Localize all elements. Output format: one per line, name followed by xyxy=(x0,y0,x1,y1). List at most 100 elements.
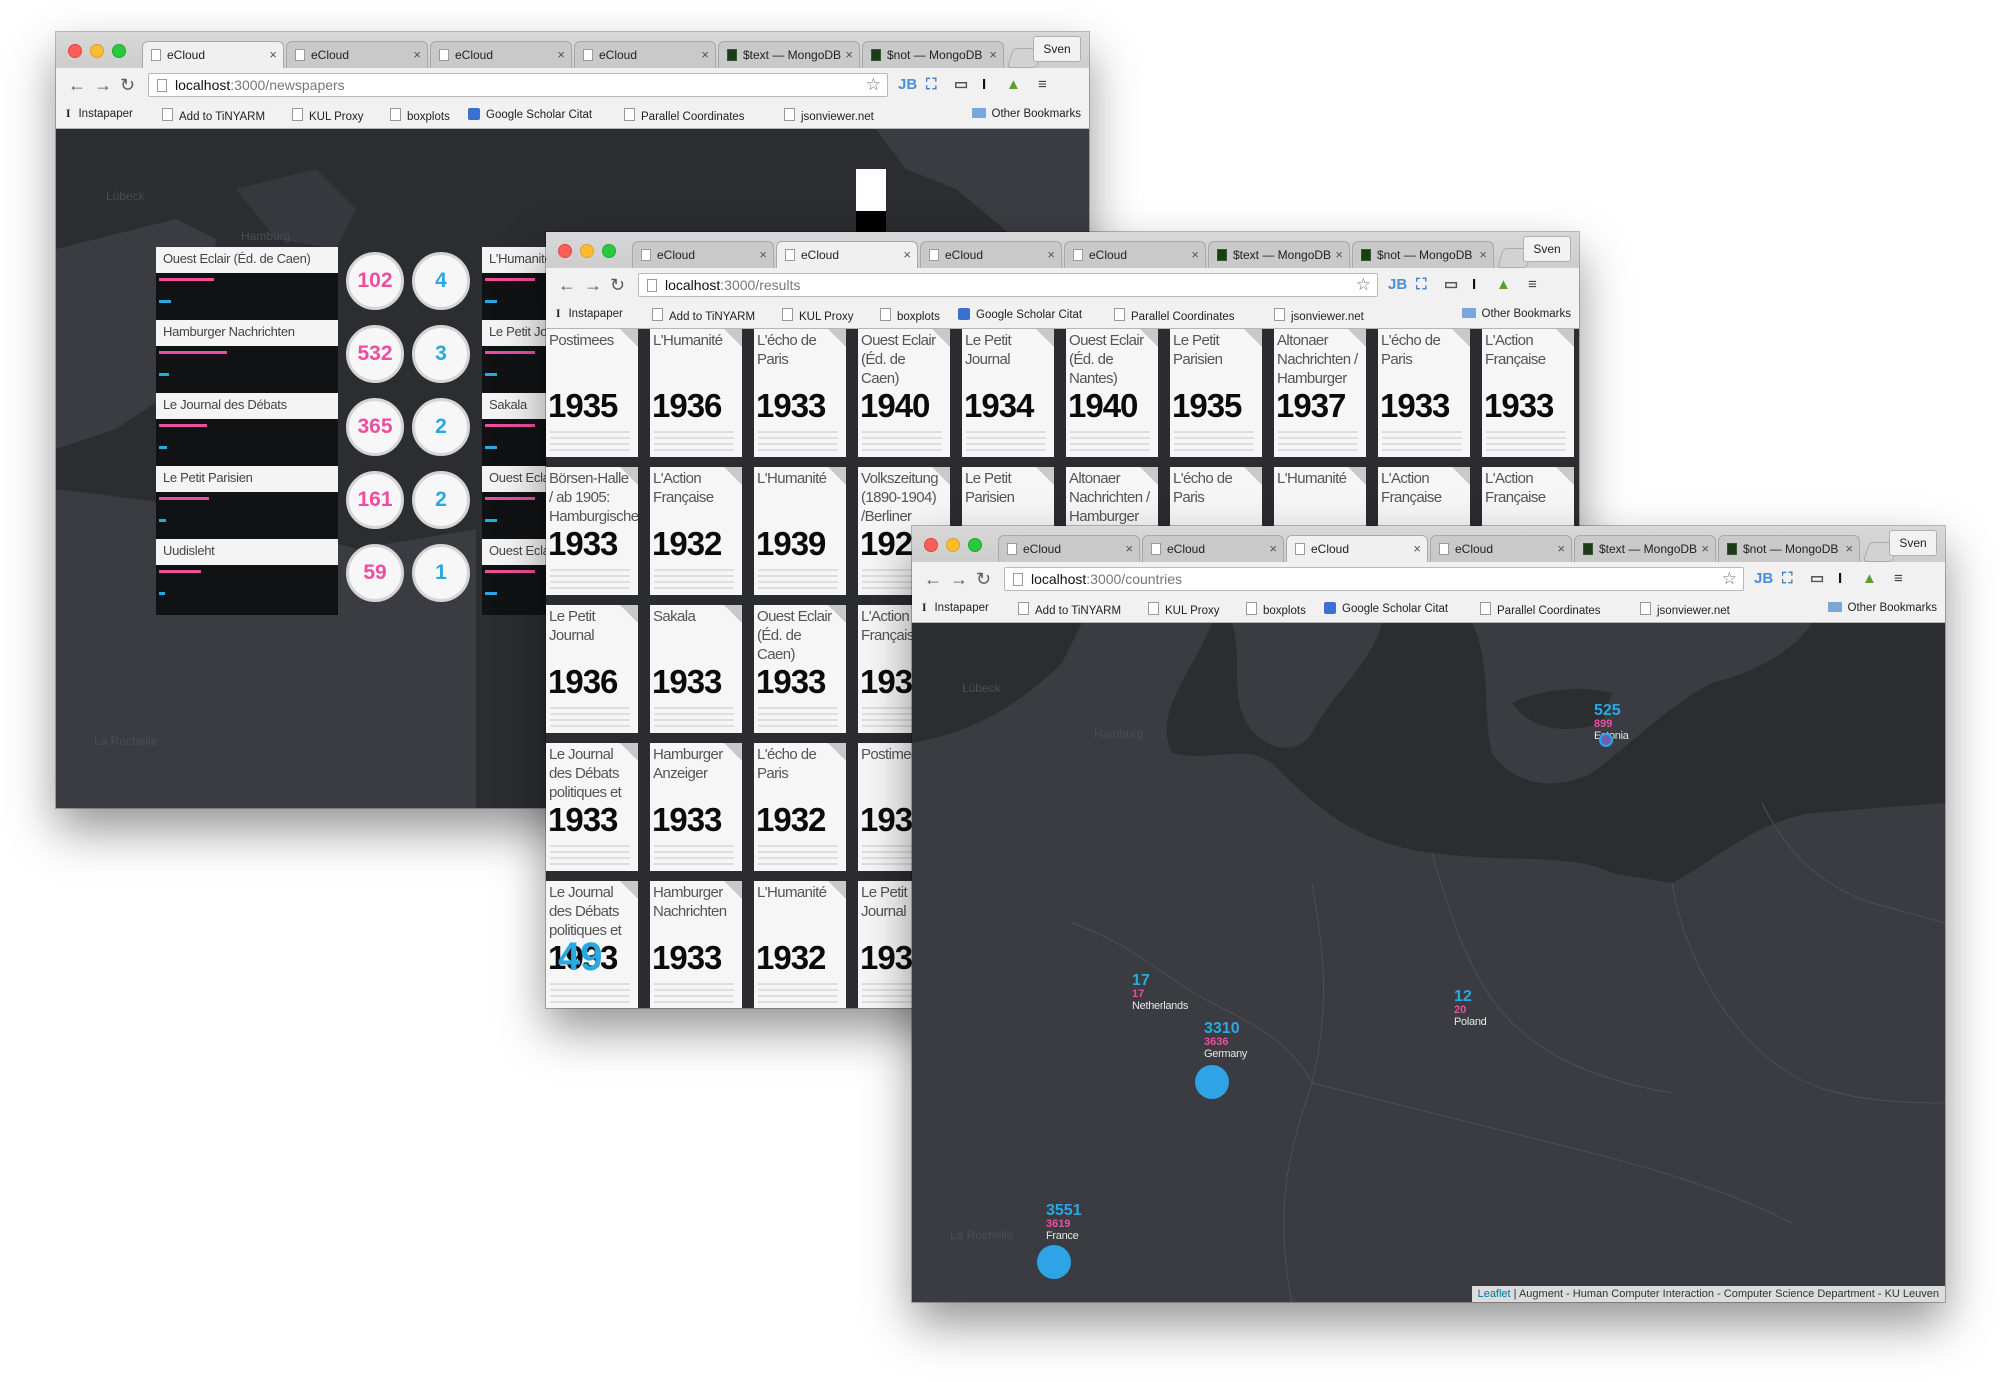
bookmark-item[interactable]: boxplots xyxy=(880,308,940,323)
countries-map[interactable]: Lübeck Hamburg La Rochelle 525899Estonia… xyxy=(912,623,1945,1302)
browser-tab[interactable]: eCloud × xyxy=(142,41,284,68)
country-marker[interactable]: 3551 3619 France xyxy=(1046,1203,1082,1243)
profile-button[interactable]: Sven xyxy=(1033,36,1081,62)
minimize-window-button[interactable] xyxy=(946,538,960,552)
tab-close-icon[interactable]: × xyxy=(413,47,421,62)
bookmark-item[interactable]: jsonviewer.net xyxy=(1274,308,1364,323)
reload-icon[interactable]: ↻ xyxy=(120,75,135,95)
bookmark-item[interactable]: Add to TiNYARM xyxy=(652,308,755,323)
bookmark-item[interactable]: Google Scholar Citat xyxy=(1324,602,1448,615)
close-window-button[interactable] xyxy=(68,44,82,58)
bookmark-item[interactable]: Google Scholar Citat xyxy=(958,308,1082,321)
address-bar[interactable]: localhost:3000/results ☆ xyxy=(638,273,1378,297)
zoom-window-button[interactable] xyxy=(112,44,126,58)
result-tile[interactable]: Hamburger Anzeiger 1933 xyxy=(650,743,742,871)
zoom-window-button[interactable] xyxy=(968,538,982,552)
instapaper-ext-icon[interactable]: I xyxy=(982,76,986,94)
leaflet-link[interactable]: Leaflet xyxy=(1478,1288,1511,1300)
result-tile[interactable]: Altonaer Nachrichten / Hamburger 1937 xyxy=(1274,329,1366,457)
result-tile[interactable]: Ouest Eclair (Éd. de Nantes) 1940 xyxy=(1066,329,1158,457)
result-tile[interactable]: Ouest Eclair (Éd. de Caen) 1933 xyxy=(754,605,846,733)
close-window-button[interactable] xyxy=(924,538,938,552)
profile-button[interactable]: Sven xyxy=(1523,236,1571,262)
menu-icon[interactable]: ≡ xyxy=(1528,276,1537,294)
forward-icon[interactable]: → xyxy=(94,75,112,95)
menu-icon[interactable]: ≡ xyxy=(1038,76,1047,94)
star-icon[interactable]: ☆ xyxy=(866,75,881,95)
result-tile[interactable]: L'écho de Paris 1933 xyxy=(1378,329,1470,457)
bookmark-item[interactable]: boxplots xyxy=(1246,602,1306,617)
star-icon[interactable]: ☆ xyxy=(1722,569,1737,589)
screenshot-icon[interactable]: ⛶ xyxy=(926,76,937,94)
result-tile[interactable]: Le Petit Journal 1936 xyxy=(546,605,638,733)
tab-close-icon[interactable]: × xyxy=(1125,541,1133,556)
bookmark-item[interactable]: jsonviewer.net xyxy=(1640,602,1730,617)
result-tile[interactable]: L'Humanité 1932 xyxy=(754,881,846,1008)
other-bookmarks[interactable]: Other Bookmarks xyxy=(971,108,1081,120)
tab-close-icon[interactable]: × xyxy=(759,247,767,262)
close-window-button[interactable] xyxy=(558,244,572,258)
browser-tab[interactable]: eCloud × xyxy=(430,41,572,68)
bookmark-item[interactable]: Google Scholar Citat xyxy=(468,108,592,121)
screenshot-icon[interactable]: ⛶ xyxy=(1416,276,1427,294)
bookmark-item[interactable]: I Instapaper xyxy=(922,602,989,614)
profile-button[interactable]: Sven xyxy=(1889,530,1937,556)
result-tile[interactable]: Ouest Eclair (Éd. de Caen) 1940 xyxy=(858,329,950,457)
back-icon[interactable]: ← xyxy=(68,75,86,95)
browser-tab[interactable]: eCloud × xyxy=(1430,535,1572,562)
star-icon[interactable]: ☆ xyxy=(1356,275,1371,295)
forward-icon[interactable]: → xyxy=(584,275,602,295)
tinyarm-ext-icon[interactable]: ▲ xyxy=(1862,570,1877,588)
browser-tab[interactable]: eCloud × xyxy=(998,535,1140,562)
country-marker[interactable]: 17 17 Netherlands xyxy=(1132,973,1188,1013)
cast-icon[interactable]: ▭ xyxy=(1810,570,1824,588)
browser-tab[interactable]: $not — MongoDB × xyxy=(862,41,1004,68)
result-tile[interactable]: Postimees 1935 xyxy=(546,329,638,457)
result-tile[interactable]: L'écho de Paris 1932 xyxy=(754,743,846,871)
browser-tab[interactable]: eCloud × xyxy=(1064,241,1206,268)
tab-close-icon[interactable]: × xyxy=(1701,541,1709,556)
jb-icon[interactable]: JB xyxy=(1388,276,1407,294)
bookmark-item[interactable]: jsonviewer.net xyxy=(784,108,874,123)
address-bar[interactable]: localhost:3000/newspapers ☆ xyxy=(148,73,888,97)
tab-close-icon[interactable]: × xyxy=(269,47,277,62)
bookmark-item[interactable]: Add to TiNYARM xyxy=(1018,602,1121,617)
zoom-window-button[interactable] xyxy=(602,244,616,258)
reload-icon[interactable]: ↻ xyxy=(610,275,625,295)
browser-tab[interactable]: $text — MongoDB × xyxy=(1574,535,1716,562)
result-tile[interactable]: L'Action Française 1932 xyxy=(650,467,742,595)
tab-close-icon[interactable]: × xyxy=(1557,541,1565,556)
result-tile[interactable]: L'Humanité 1936 xyxy=(650,329,742,457)
country-marker[interactable]: 3310 3636 Germany xyxy=(1204,1021,1247,1061)
minimize-window-button[interactable] xyxy=(580,244,594,258)
other-bookmarks[interactable]: Other Bookmarks xyxy=(1461,308,1571,320)
bookmark-item[interactable]: Parallel Coordinates xyxy=(1114,308,1235,323)
tab-close-icon[interactable]: × xyxy=(845,47,853,62)
result-tile[interactable]: L'Action Française 1933 xyxy=(1482,329,1574,457)
screenshot-icon[interactable]: ⛶ xyxy=(1782,570,1793,588)
result-tile[interactable]: L'Humanité 1939 xyxy=(754,467,846,595)
tinyarm-ext-icon[interactable]: ▲ xyxy=(1496,276,1511,294)
tab-close-icon[interactable]: × xyxy=(1413,541,1421,556)
tab-close-icon[interactable]: × xyxy=(1335,247,1343,262)
tab-close-icon[interactable]: × xyxy=(701,47,709,62)
bookmark-item[interactable]: I Instapaper xyxy=(66,108,133,120)
tab-close-icon[interactable]: × xyxy=(1269,541,1277,556)
browser-tab[interactable]: eCloud × xyxy=(574,41,716,68)
tab-close-icon[interactable]: × xyxy=(1479,247,1487,262)
tab-close-icon[interactable]: × xyxy=(1047,247,1055,262)
other-bookmarks[interactable]: Other Bookmarks xyxy=(1827,602,1937,614)
bookmark-item[interactable]: KUL Proxy xyxy=(292,108,364,123)
forward-icon[interactable]: → xyxy=(950,569,968,589)
browser-tab[interactable]: $not — MongoDB × xyxy=(1352,241,1494,268)
result-tile[interactable]: Sakala 1933 xyxy=(650,605,742,733)
result-tile[interactable]: Hamburger Nachrichten 1933 xyxy=(650,881,742,1008)
bookmark-item[interactable]: Parallel Coordinates xyxy=(1480,602,1601,617)
tab-close-icon[interactable]: × xyxy=(1845,541,1853,556)
jb-icon[interactable]: JB xyxy=(1754,570,1773,588)
country-dot[interactable] xyxy=(1599,733,1613,747)
browser-tab[interactable]: eCloud × xyxy=(920,241,1062,268)
country-marker[interactable]: 12 20 Poland xyxy=(1454,989,1487,1029)
back-icon[interactable]: ← xyxy=(558,275,576,295)
bookmark-item[interactable]: Parallel Coordinates xyxy=(624,108,745,123)
